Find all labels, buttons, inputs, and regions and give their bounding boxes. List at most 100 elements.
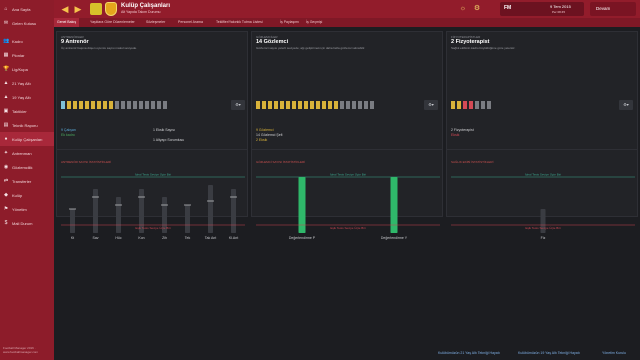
panel-heading: 2 Fizyoterapist xyxy=(451,39,490,45)
chart-bar xyxy=(231,189,236,233)
sidebar-item[interactable]: $ Mali Durum xyxy=(0,216,54,230)
sidebar-item-label: Lig/Kupa xyxy=(12,66,28,72)
stat-item: 1 Altyapı Sorumlusu xyxy=(153,138,185,142)
x-tick-label: Değerlendirme Y xyxy=(381,236,408,240)
sidebar-item-label: Transferler xyxy=(12,178,32,184)
options-dropdown[interactable]: ⚙▾ xyxy=(619,100,633,110)
stat-item: 14 Gözlemci Şefi xyxy=(256,133,283,137)
x-tick-label: Hüc xyxy=(115,236,121,240)
staff-figures xyxy=(61,101,167,109)
tab-staff-search[interactable]: Personel Arama xyxy=(178,18,203,27)
sidebar-item[interactable]: ▲ 21 Yaş Altı xyxy=(0,76,54,90)
sidebar: ⌂ Ana Sayfa ✉ Gelen Kutusu 👥 Kadro ▦ Plonlar 🏆 Li… xyxy=(0,0,54,360)
person-icon xyxy=(115,101,119,109)
sidebar-item[interactable]: ✦ Antrenman xyxy=(0,146,54,160)
x-tick-label: Kon xyxy=(138,236,144,240)
sidebar-item[interactable]: ▣ Taktikler xyxy=(0,104,54,118)
sidebar-item[interactable]: 🏆 Lig/Kupa xyxy=(0,62,54,76)
trophy-icon: 🏆 xyxy=(3,66,10,72)
options-dropdown[interactable]: ⚙▾ xyxy=(231,100,245,110)
sidebar-item[interactable]: ▦ Plonlar xyxy=(0,48,54,62)
tab-bar: Genel Bakış Yaşlılara Göre Düzenlemeler … xyxy=(54,18,640,27)
x-tick-label: Değerlendirme P xyxy=(289,236,316,240)
sidebar-item[interactable]: ◆ Kulüp xyxy=(0,188,54,202)
sidebar-item[interactable]: ▤ Teknik Raporu xyxy=(0,118,54,132)
tab-overview[interactable]: Genel Bakış xyxy=(54,18,80,27)
sidebar-item-label: Kulüp xyxy=(12,192,23,198)
finance-icon: $ xyxy=(4,220,8,226)
person-icon xyxy=(85,101,89,109)
options-dropdown[interactable]: ⚙▾ xyxy=(424,100,438,110)
sidebar-item[interactable]: ⇄ Transferler xyxy=(0,174,54,188)
u19-icon: ▲ xyxy=(3,94,9,100)
panel-description: Sağlık ekibinin kadro büyüklüğüne göre y… xyxy=(451,46,516,50)
sidebar-item[interactable]: ⚑ Yönetim xyxy=(0,202,54,216)
notification-icon[interactable]: ☼ xyxy=(458,4,468,14)
sidebar-item[interactable]: 👥 Kadro xyxy=(0,34,54,48)
sidebar-item[interactable]: ▲ 19 Yaş Altı xyxy=(0,90,54,104)
club-crest-icon xyxy=(105,2,117,16)
chart-label: GÖZLEMCİ SAYISI İSTATİSTİKLERİ xyxy=(256,160,306,164)
coaches-chart: İdeal Tesis Seviye Üçte Biri Kt Sav Hüc Kon Z… xyxy=(61,169,245,247)
tab-history[interactable]: İş Geçmişi xyxy=(306,18,322,27)
chart-bar xyxy=(298,177,306,233)
sidebar-item[interactable]: ● Kulüp Çalışanları xyxy=(0,132,54,146)
footer-link[interactable]: Yönetim Kurulu xyxy=(602,351,626,355)
person-icon xyxy=(109,101,113,109)
footer: Kulübümüzün 21 Yaş Altı Tekniği Hayatı K… xyxy=(54,342,640,360)
board-members-icon: ⚑ xyxy=(3,206,9,212)
threshold-reference-label: Eşik Tesis Seviye Üçte Biri xyxy=(135,226,171,230)
x-tick-label: Tek xyxy=(185,236,191,240)
time-text: Per 08:45 xyxy=(552,10,566,14)
tab-arrangements[interactable]: Yaşlılara Göre Düzenlemeler xyxy=(90,18,135,27)
sidebar-item-label: Yönetim xyxy=(12,206,27,212)
person-icon xyxy=(163,101,167,109)
settings-icon[interactable]: ⚙ xyxy=(472,4,482,14)
person-icon xyxy=(370,101,374,109)
tab-offers[interactable]: Teklifler/Yakınlık Tutma Listesi xyxy=(216,18,263,27)
ideal-reference-label: İdeal Tesis Seviye Üçte Biri xyxy=(330,172,366,177)
home-icon: ⌂ xyxy=(4,6,8,12)
continue-button[interactable]: Devam xyxy=(590,2,636,16)
footer-link[interactable]: Kulübümüzün 19 Yaş Altı Tekniği Hayatı xyxy=(518,351,580,355)
scouts-chart: İdeal Tesis Seviye Üçte Biri Değerlendirm… xyxy=(256,169,440,247)
tab-responsibilities[interactable]: İş Paylaşımı xyxy=(280,18,299,27)
chart-bar xyxy=(390,177,398,233)
sidebar-item-label: Plonlar xyxy=(12,52,25,58)
sidebar-item[interactable]: ◉ Gözlemcilik xyxy=(0,160,54,174)
person-icon xyxy=(469,101,473,109)
report-icon: ▤ xyxy=(3,122,9,128)
sidebar-footer: Football Manager 2016 · www.footballmana… xyxy=(3,346,39,354)
chart-svg: İdeal Tesis Seviye Üçte Biri Fiz Eşik Tesi… xyxy=(451,172,635,240)
scouting-icon: ◉ xyxy=(3,164,9,170)
sidebar-item-label: Teknik Raporu xyxy=(12,122,38,128)
home-icon[interactable] xyxy=(90,3,102,15)
person-icon xyxy=(322,101,326,109)
person-icon xyxy=(304,101,308,109)
person-icon xyxy=(481,101,485,109)
person-icon xyxy=(133,101,137,109)
app-window: ⌂ Ana Sayfa ✉ Gelen Kutusu 👥 Kadro ▦ Plonlar 🏆 Li… xyxy=(0,0,640,360)
date-display: FM 9 Tem 2015 Per 08:45 xyxy=(500,2,584,16)
person-icon xyxy=(358,101,362,109)
person-icon xyxy=(256,101,260,109)
chart-bar xyxy=(70,209,75,233)
sidebar-item-label: Kulüp Çalışanları xyxy=(12,136,43,142)
divider xyxy=(252,149,442,150)
person-icon xyxy=(262,101,266,109)
stat-item: Ek kadro xyxy=(61,133,75,137)
chart-label: SAĞLIK EKİBİ İSTATİSTİKLERİ xyxy=(451,160,494,164)
forward-arrow-icon[interactable]: ▶ xyxy=(73,3,83,15)
person-icon xyxy=(487,101,491,109)
footer-link[interactable]: Kulübümüzün 21 Yaş Altı Tekniği Hayatı xyxy=(438,351,500,355)
person-icon xyxy=(103,101,107,109)
divider xyxy=(447,149,637,150)
person-icon xyxy=(286,101,290,109)
sidebar-item[interactable]: ✉ Gelen Kutusu xyxy=(0,16,54,30)
sidebar-item-label: Antrenman xyxy=(12,150,32,156)
x-tick-label: Kt xyxy=(71,236,74,240)
back-arrow-icon[interactable]: ◀ xyxy=(60,3,70,15)
sidebar-item[interactable]: ⌂ Ana Sayfa xyxy=(0,2,54,16)
inbox-icon: ✉ xyxy=(3,20,9,26)
tab-contracts[interactable]: Sözleşmeler xyxy=(146,18,165,27)
